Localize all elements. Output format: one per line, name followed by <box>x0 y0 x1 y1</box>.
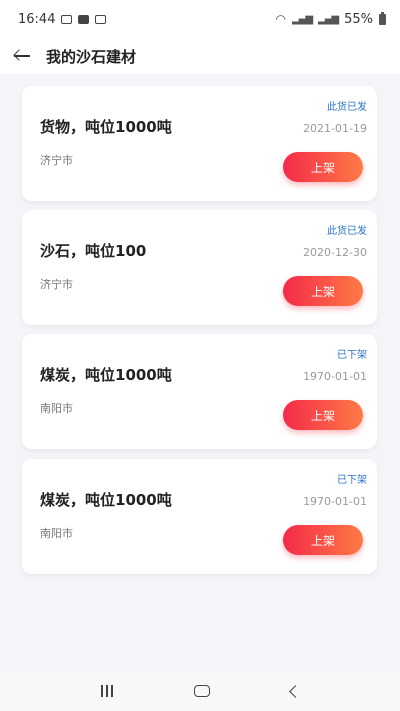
item-city: 南阳市 <box>40 402 73 415</box>
battery-percent: 55% <box>344 11 373 27</box>
wifi-icon: ◠ <box>275 12 286 26</box>
item-city: 南阳市 <box>40 527 73 540</box>
app-notification-icon <box>95 14 107 24</box>
item-date: 2021-01-19 <box>303 122 367 135</box>
item-date: 2020-12-30 <box>303 246 367 259</box>
item-title: 煤炭，吨位1000吨 <box>40 366 172 384</box>
item-status: 此货已发 <box>327 226 367 237</box>
home-icon[interactable] <box>193 685 210 697</box>
signal-icon: ▂▄▆ <box>291 13 313 25</box>
signal-icon-2: ▂▄▆ <box>318 13 339 25</box>
battery-icon <box>379 11 386 25</box>
system-nav-bar <box>0 671 400 711</box>
app-header: 我的沙石建材 <box>0 38 400 74</box>
item-date: 1970-01-01 <box>303 495 367 508</box>
item-title: 煤炭，吨位1000吨 <box>40 491 172 509</box>
status-bar: 16:44 ◠ ▂▄▆ ▂▄▆ 55% <box>0 0 400 38</box>
back-icon[interactable] <box>288 684 302 698</box>
item-status: 已下架 <box>337 350 367 361</box>
recents-icon[interactable] <box>100 685 113 697</box>
list-button[interactable]: 上架 <box>283 276 363 306</box>
list-button[interactable]: 上架 <box>283 525 363 555</box>
list-button[interactable]: 上架 <box>283 400 363 430</box>
item-title: 货物，吨位1000吨 <box>40 118 172 136</box>
list-item[interactable]: 已下架 煤炭，吨位1000吨 1970-01-01 南阳市 上架 <box>22 334 377 449</box>
list-item[interactable]: 已下架 煤炭，吨位1000吨 1970-01-01 南阳市 上架 <box>22 459 377 574</box>
back-arrow-icon[interactable] <box>12 45 34 67</box>
item-title: 沙石，吨位100 <box>40 242 147 260</box>
status-time: 16:44 <box>18 11 56 27</box>
item-status: 此货已发 <box>327 102 367 113</box>
list-item[interactable]: 此货已发 货物，吨位1000吨 2021-01-19 济宁市 上架 <box>22 86 377 201</box>
status-left: 16:44 <box>18 11 107 27</box>
item-date: 1970-01-01 <box>303 370 367 383</box>
message-icon <box>78 14 90 24</box>
status-right: ◠ ▂▄▆ ▂▄▆ 55% <box>275 11 386 27</box>
gallery-icon <box>61 14 73 24</box>
item-status: 已下架 <box>337 475 367 486</box>
page-title: 我的沙石建材 <box>46 47 137 66</box>
list-button[interactable]: 上架 <box>283 152 363 182</box>
item-city: 济宁市 <box>40 278 73 291</box>
item-city: 济宁市 <box>40 154 73 167</box>
list-item[interactable]: 此货已发 沙石，吨位100 2020-12-30 济宁市 上架 <box>22 210 377 325</box>
